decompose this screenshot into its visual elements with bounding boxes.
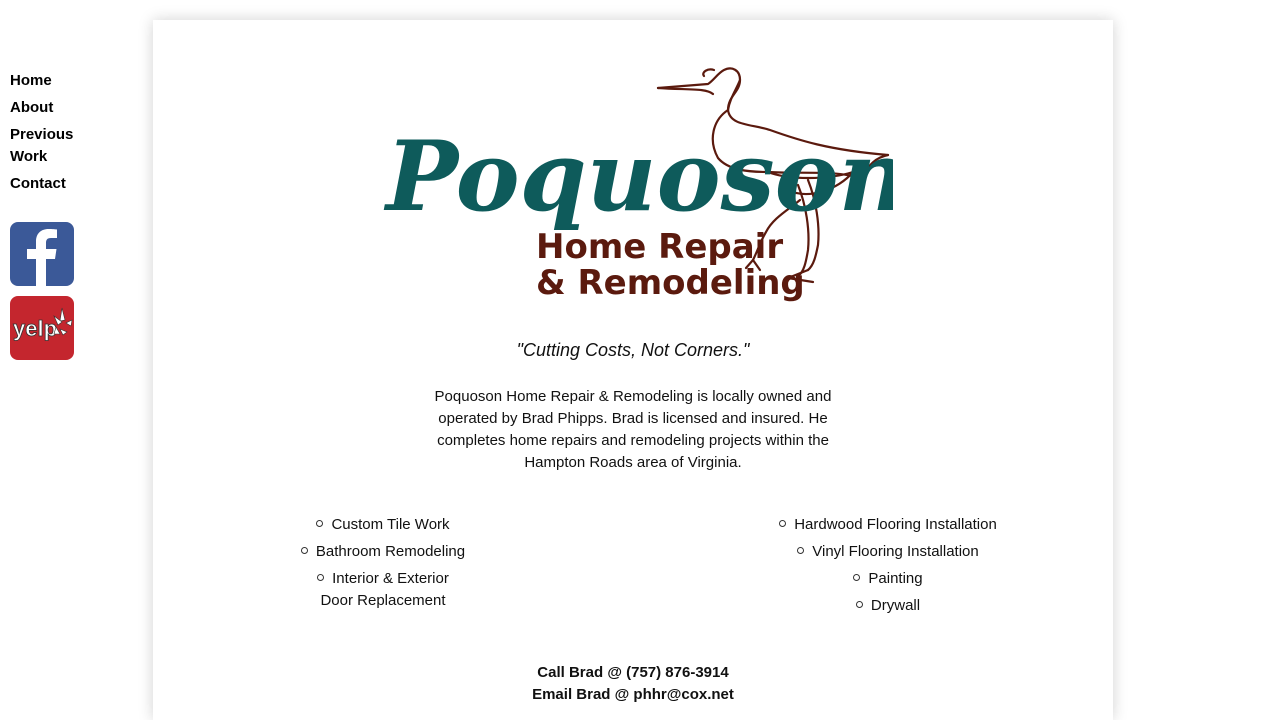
yelp-icon[interactable]: yelp [10, 296, 74, 360]
tagline: "Cutting Costs, Not Corners." [516, 340, 750, 360]
list-item: Painting [758, 568, 1018, 590]
main-content: Poquoson Home Repair & Remodeling "Cutti… [153, 20, 1113, 720]
bullet-icon [797, 546, 805, 554]
services-list-right: Hardwood Flooring Installation Vinyl Flo… [758, 514, 1018, 622]
company-logo: Poquoson Home Repair & Remodeling [383, 67, 893, 303]
list-item: Drywall [758, 595, 1018, 617]
list-item: Hardwood Flooring Installation [758, 514, 1018, 536]
facebook-f-icon [27, 229, 57, 286]
services-list-left: Custom Tile Work Bathroom Remodeling Int… [283, 514, 483, 617]
bullet-icon [317, 573, 325, 581]
bullet-icon [300, 546, 308, 554]
svg-text:yelp: yelp [13, 316, 57, 341]
bullet-icon [855, 600, 863, 608]
list-item: Interior & Exterior Door Replacement [308, 568, 458, 612]
list-item: Vinyl Flooring Installation [758, 541, 1018, 563]
logo-name: Poquoson [383, 120, 893, 233]
nav-previous-work[interactable]: Previous Work [10, 124, 80, 168]
list-item: Bathroom Remodeling [283, 541, 483, 563]
bullet-icon [779, 519, 787, 527]
facebook-icon[interactable] [10, 222, 74, 286]
list-item: Custom Tile Work [283, 514, 483, 536]
logo-line2: & Remodeling [536, 263, 805, 303]
bullet-icon [316, 519, 324, 527]
nav-about[interactable]: About [10, 97, 80, 119]
intro-paragraph: Poquoson Home Repair & Remodeling is loc… [434, 388, 832, 471]
sidebar-nav: Home About Previous Work Contact yelp [10, 70, 130, 370]
bullet-icon [853, 573, 861, 581]
nav-contact[interactable]: Contact [10, 173, 80, 195]
phone-line[interactable]: Call Brad @ (757) 876-3914 [153, 662, 1113, 684]
email-line[interactable]: Email Brad @ phhr@cox.net [153, 684, 1113, 706]
logo-line1: Home Repair [536, 227, 783, 267]
yelp-logo-icon: yelp [13, 307, 73, 341]
nav-home[interactable]: Home [10, 70, 80, 92]
contact-info: Call Brad @ (757) 876-3914 Email Brad @ … [153, 662, 1113, 706]
